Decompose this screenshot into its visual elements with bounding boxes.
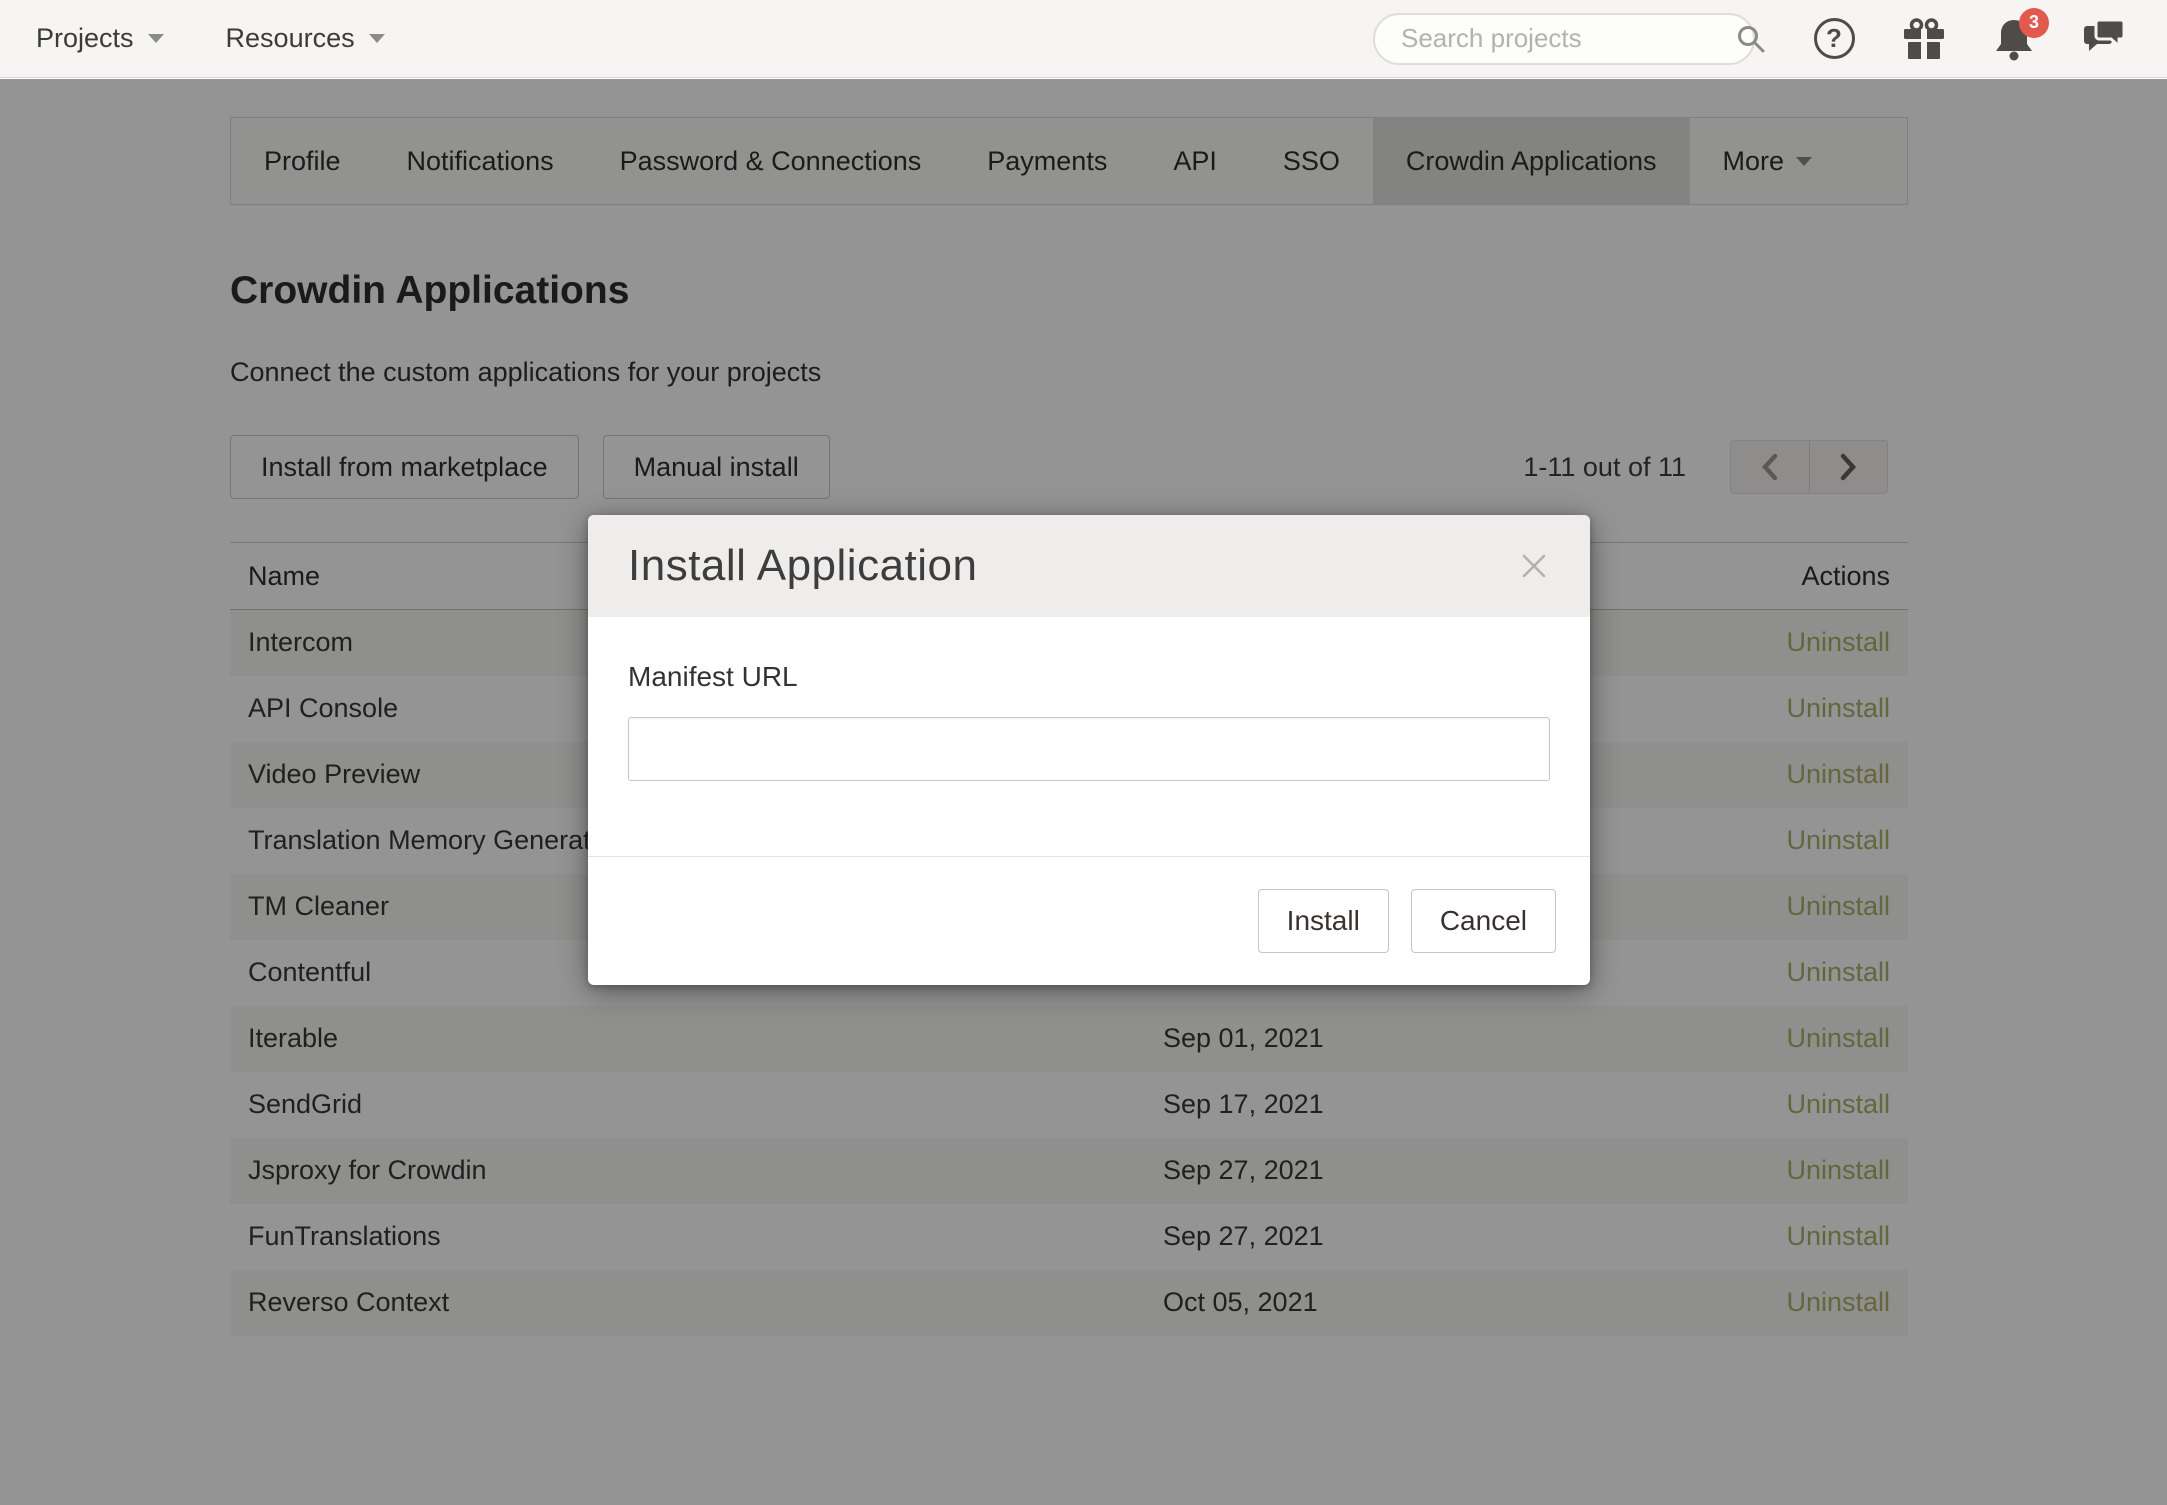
help-button[interactable]: ? <box>1811 16 1857 62</box>
navbar-icons: ? 3 <box>1811 16 2127 62</box>
gift-icon <box>1901 16 1947 62</box>
chat-icon <box>2081 16 2127 62</box>
modal-header: Install Application <box>588 515 1590 617</box>
manifest-url-label: Manifest URL <box>628 661 1550 693</box>
search-box[interactable] <box>1373 13 1755 65</box>
install-application-modal: Install Application Manifest URL Install… <box>588 515 1590 985</box>
modal-title: Install Application <box>628 541 978 591</box>
close-button[interactable] <box>1518 550 1550 582</box>
manifest-url-input[interactable] <box>628 717 1550 781</box>
notifications-button[interactable]: 3 <box>1991 16 2037 62</box>
projects-menu-label: Projects <box>36 23 134 54</box>
resources-menu-label: Resources <box>226 23 355 54</box>
chevron-down-icon <box>148 34 164 43</box>
modal-footer: Install Cancel <box>588 856 1590 985</box>
modal-body: Manifest URL <box>588 617 1590 856</box>
gift-button[interactable] <box>1901 16 1947 62</box>
top-navbar: Projects Resources ? <box>0 0 2167 78</box>
search-icon <box>1736 24 1766 54</box>
messages-button[interactable] <box>2081 16 2127 62</box>
install-button[interactable]: Install <box>1258 889 1389 953</box>
projects-menu[interactable]: Projects <box>36 23 164 54</box>
search-input[interactable] <box>1401 23 1736 54</box>
help-icon: ? <box>1814 18 1855 59</box>
resources-menu[interactable]: Resources <box>226 23 385 54</box>
cancel-button[interactable]: Cancel <box>1411 889 1556 953</box>
notification-badge: 3 <box>2019 8 2049 38</box>
chevron-down-icon <box>369 34 385 43</box>
close-icon <box>1518 550 1550 582</box>
